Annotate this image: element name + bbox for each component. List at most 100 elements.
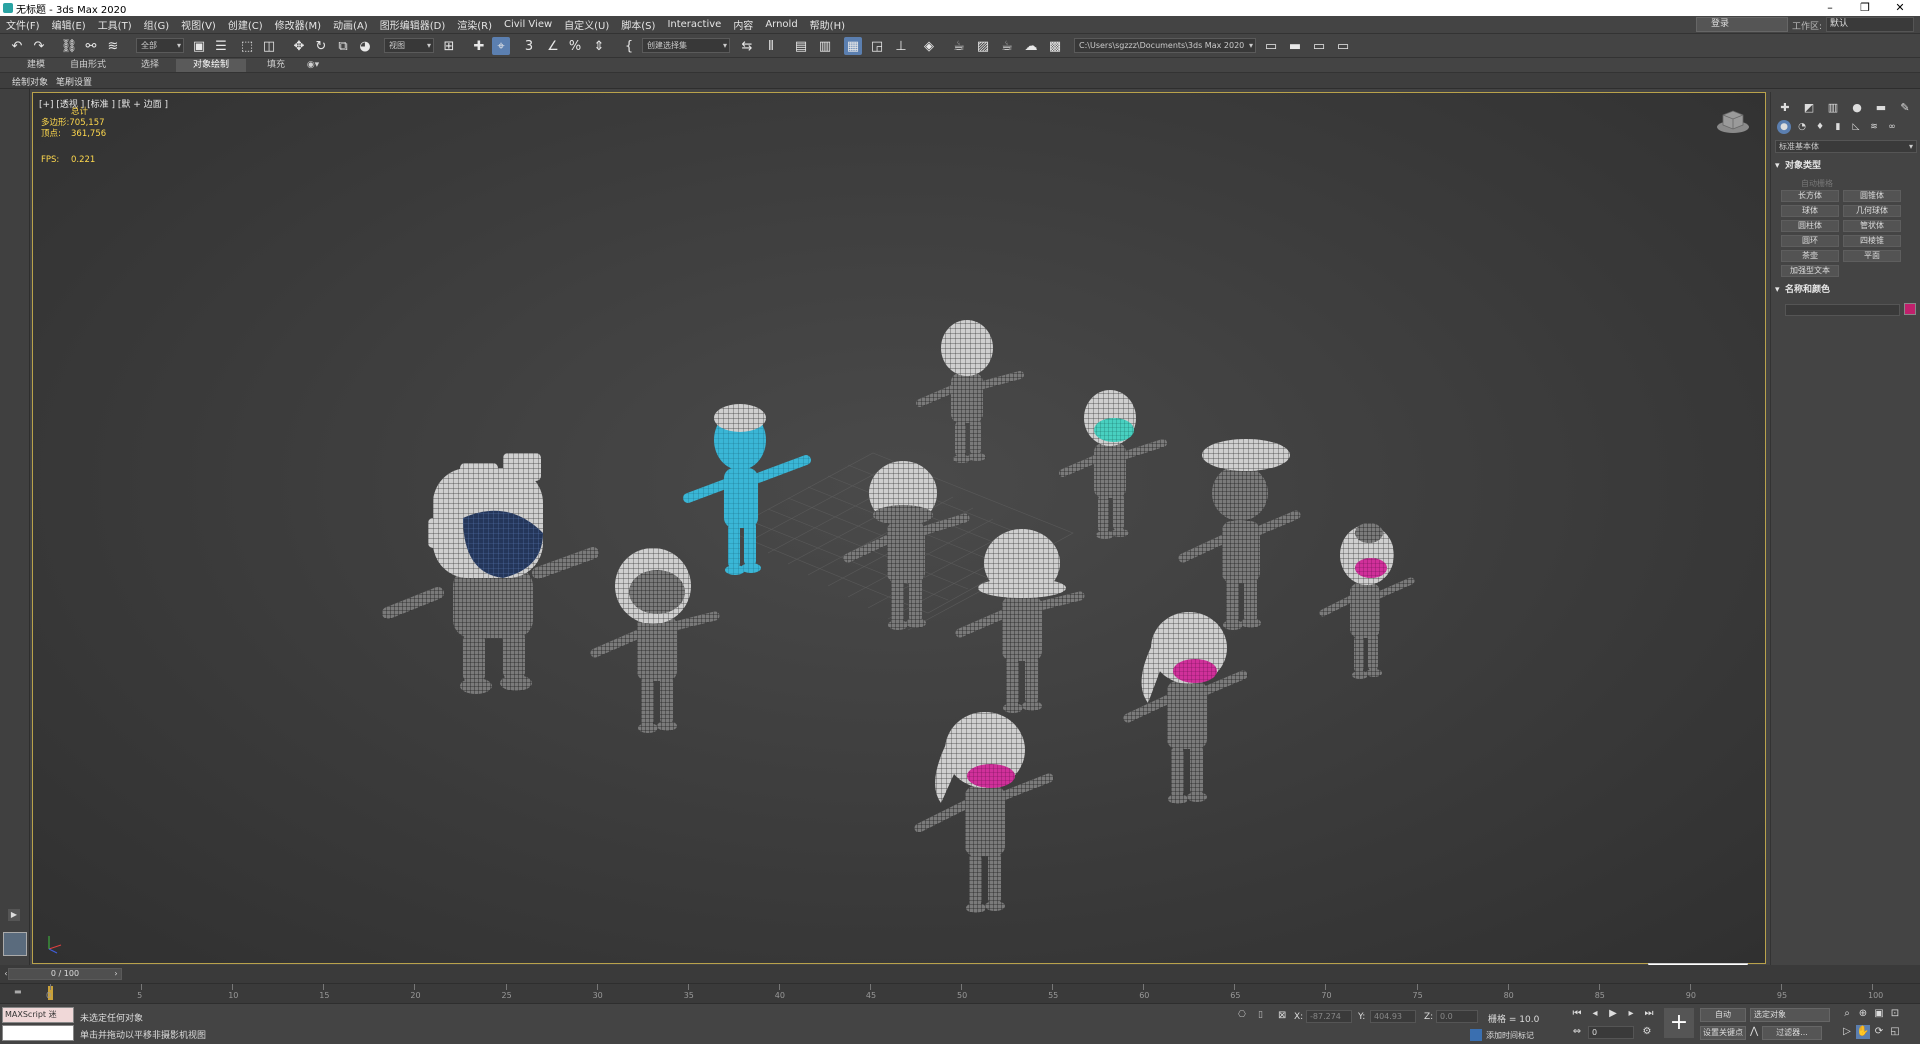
zoom-icon[interactable]: ⌕ [1840, 1007, 1854, 1021]
key-filter-dropdown[interactable]: 选定对象 [1750, 1008, 1830, 1022]
maximize-button[interactable]: ❐ [1850, 0, 1880, 16]
ribbon-tab-modeling[interactable]: 建模 [18, 59, 54, 72]
close-button[interactable]: ✕ [1885, 0, 1915, 16]
angle-snap-icon[interactable]: ∠ [544, 37, 562, 55]
percent-snap-icon[interactable]: % [566, 37, 584, 55]
lights-icon[interactable]: ♦ [1813, 120, 1827, 134]
render-frame-icon[interactable]: ▨ [974, 37, 992, 55]
key-mode-icon[interactable]: ⇔ [1570, 1025, 1584, 1039]
object-color-swatch[interactable] [1904, 303, 1916, 315]
auto-key-button[interactable]: 自动 [1700, 1008, 1746, 1022]
cylinder-button[interactable]: 圆柱体 [1781, 220, 1839, 232]
menu-rendering[interactable]: 渲染(R) [451, 17, 498, 32]
geometry-icon[interactable]: ● [1777, 120, 1791, 134]
ribbon-toggle-icon[interactable]: ▦ [844, 37, 862, 55]
scale-icon[interactable]: ⧉ [334, 37, 352, 55]
menu-interactive[interactable]: Interactive [661, 19, 727, 30]
window-crossing-icon[interactable]: ◫ [260, 37, 278, 55]
menu-file[interactable]: 文件(F) [0, 17, 46, 32]
ref-coord-dropdown[interactable]: 视图 [384, 38, 434, 53]
menu-customize[interactable]: 自定义(U) [558, 17, 615, 32]
place-icon[interactable]: ◕ [356, 37, 374, 55]
shapes-icon[interactable]: ◔ [1795, 120, 1809, 134]
rect-selection-icon[interactable]: ⬚ [238, 37, 256, 55]
zoom-all-icon[interactable]: ⊕ [1856, 1007, 1870, 1021]
primitive-type-dropdown[interactable]: 标准基本体 [1775, 140, 1917, 153]
textplus-button[interactable]: 加强型文本 [1781, 265, 1839, 277]
cameras-icon[interactable]: ▮ [1831, 120, 1845, 134]
maxscript-listener[interactable]: MAXScript 迷 [2, 1007, 74, 1023]
time-config-icon[interactable]: ⚙ [1640, 1025, 1654, 1039]
menu-group[interactable]: 组(G) [138, 17, 176, 32]
scene-explorer-icon[interactable]: ▤ [792, 37, 810, 55]
mirror-icon[interactable]: ⇆ [738, 37, 756, 55]
isolate-icon[interactable]: ⎔ [1238, 1010, 1246, 1020]
perspective-viewport[interactable]: [+] [透视 ] [标准 ] [默 + 边面 ] 总计 多边形:705,157… [32, 92, 1766, 964]
create-project-icon[interactable]: ▭ [1310, 37, 1328, 55]
menu-tools[interactable]: 工具(T) [92, 17, 138, 32]
modify-tab-icon[interactable]: ◩ [1801, 100, 1817, 116]
render-production-icon[interactable]: ☕ [998, 37, 1016, 55]
menu-edit[interactable]: 编辑(E) [46, 17, 92, 32]
render-online-icon[interactable]: ☁ [1022, 37, 1040, 55]
helpers-icon[interactable]: ◺ [1849, 120, 1863, 134]
edit-named-sets-icon[interactable]: { [620, 37, 638, 55]
align-icon[interactable]: ⫴ [762, 37, 780, 55]
sphere-button[interactable]: 球体 [1781, 205, 1839, 217]
track-bar[interactable]: ▬ 0 5 10 15 20 25 30 35 40 45 50 55 60 65 70 75 80 85 90 95… [0, 983, 1920, 1003]
track-bar-toggle-icon[interactable]: ▬ [14, 987, 22, 996]
rotate-icon[interactable]: ↻ [312, 37, 330, 55]
project-path-dropdown[interactable]: C:\Users\sgzzz\Documents\3ds Max 2020 [1074, 38, 1256, 53]
select-by-name-icon[interactable]: ☰ [212, 37, 230, 55]
set-key-big-icon[interactable]: + [1664, 1008, 1694, 1038]
ribbon-tab-freeform[interactable]: 自由形式 [62, 59, 114, 72]
systems-icon[interactable]: ∞ [1885, 120, 1899, 134]
time-slider[interactable]: ‹ 0 / 100 › [0, 965, 1920, 983]
teapot-button[interactable]: 茶壶 [1781, 250, 1839, 262]
ribbon-tab-populate[interactable]: 填充 [258, 59, 294, 72]
create-tab-icon[interactable]: ✚ [1777, 100, 1793, 116]
fov-icon[interactable]: ▷ [1840, 1025, 1854, 1039]
unlink-icon[interactable]: ⚯ [82, 37, 100, 55]
maximize-viewport-icon[interactable]: ◱ [1888, 1025, 1902, 1039]
layer-explorer-icon[interactable]: ▥ [816, 37, 834, 55]
time-slider-thumb[interactable]: 0 / 100 [8, 968, 122, 980]
menu-help[interactable]: 帮助(H) [804, 17, 851, 32]
torus-button[interactable]: 圆环 [1781, 235, 1839, 247]
brush-settings-label[interactable]: 笔刷设置 [56, 75, 92, 88]
x-coord-field[interactable]: -87.274 [1306, 1010, 1352, 1023]
link-icon[interactable]: ⛓ [60, 37, 78, 55]
login-dropdown[interactable]: 登录 [1696, 17, 1788, 32]
motion-tab-icon[interactable]: ● [1849, 100, 1865, 116]
name-color-rollout[interactable]: 名称和颜色 [1775, 284, 1917, 297]
goto-start-icon[interactable]: ⏮ [1570, 1007, 1584, 1021]
next-key-icon[interactable]: ▸ [1624, 1007, 1638, 1021]
cone-button[interactable]: 圆锥体 [1843, 190, 1901, 202]
undo-icon[interactable]: ↶ [8, 37, 26, 55]
orbit-icon[interactable]: ⟳ [1872, 1025, 1886, 1039]
y-coord-field[interactable]: 404.93 [1370, 1010, 1416, 1023]
viewport-layout-thumbnail[interactable] [3, 932, 27, 956]
bind-spacewarp-icon[interactable]: ≋ [104, 37, 122, 55]
abs-mode-icon[interactable]: ⊠ [1278, 1010, 1286, 1021]
object-name-field[interactable] [1785, 304, 1900, 316]
menu-views[interactable]: 视图(V) [175, 17, 222, 32]
menu-content[interactable]: 内容 [727, 17, 759, 32]
geosphere-button[interactable]: 几何球体 [1843, 205, 1901, 217]
selection-filter-dropdown[interactable]: 全部 [136, 38, 184, 53]
object-type-rollout[interactable]: 对象类型 [1775, 160, 1917, 173]
menu-civil-view[interactable]: Civil View [498, 19, 558, 30]
current-frame-field[interactable]: 0 [1588, 1026, 1634, 1039]
spinner-snap-icon[interactable]: ⇕ [590, 37, 608, 55]
box-button[interactable]: 长方体 [1781, 190, 1839, 202]
plane-button[interactable]: 平面 [1843, 250, 1901, 262]
select-manipulate-icon[interactable]: ✚ [470, 37, 488, 55]
set-project-icon[interactable]: ▬ [1286, 37, 1304, 55]
pan-icon[interactable]: ✋ [1856, 1025, 1870, 1039]
viewcube-home-icon[interactable] [1715, 107, 1751, 135]
key-tangent-icon[interactable]: ⋀ [1750, 1026, 1758, 1037]
add-time-tag-label[interactable]: 添加时间标记 [1486, 1030, 1534, 1041]
goto-end-icon[interactable]: ⏭ [1642, 1007, 1656, 1021]
ribbon-options-icon[interactable]: ◉▾ [304, 59, 322, 72]
minimize-button[interactable]: – [1815, 0, 1845, 16]
